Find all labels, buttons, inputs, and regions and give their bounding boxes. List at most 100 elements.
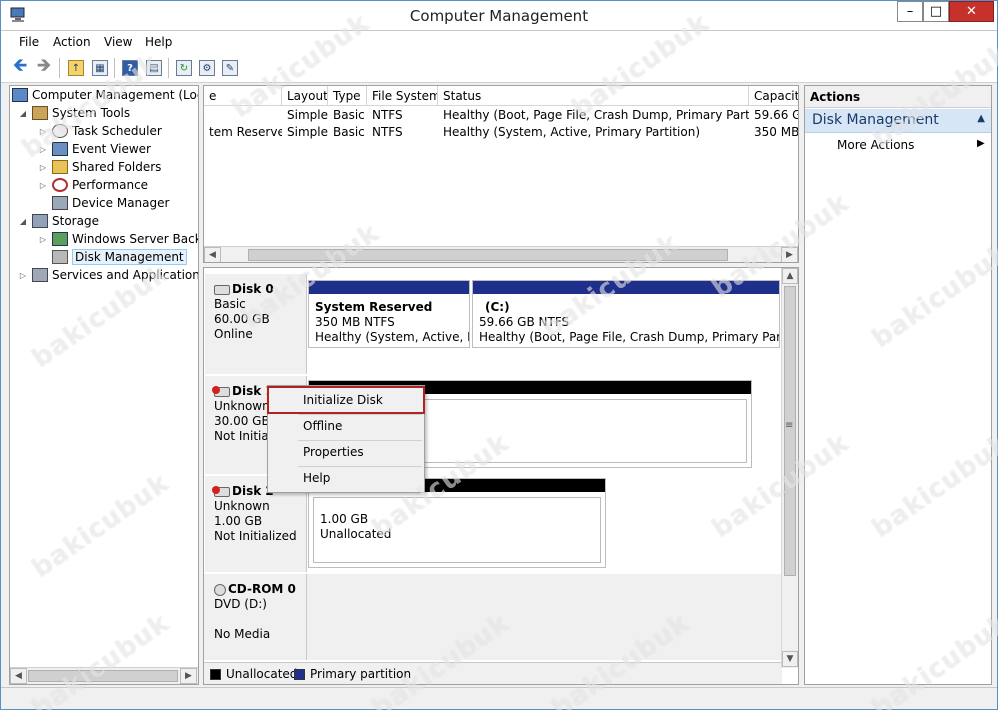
- expand-icon[interactable]: ▷: [38, 145, 48, 154]
- cdrom-icon: [214, 583, 226, 596]
- scroll-right-icon[interactable]: ▶: [781, 247, 798, 262]
- disk-offline-icon: [212, 385, 230, 397]
- collapse-icon[interactable]: ◢: [18, 109, 28, 118]
- scroll-left-icon[interactable]: ◀: [10, 668, 27, 684]
- show-action-pane-icon[interactable]: ▤: [145, 59, 163, 77]
- show-hide-tree-icon[interactable]: ▦: [91, 59, 109, 77]
- backup-icon: [52, 232, 68, 246]
- storage-icon: [32, 214, 48, 228]
- tree-horizontal-scrollbar[interactable]: ◀ ▶: [10, 667, 198, 684]
- graph-vertical-scrollbar[interactable]: ▲ ≡ ▼: [781, 268, 798, 668]
- tree-item-shared-folders[interactable]: ▷ Shared Folders: [38, 158, 161, 176]
- tree-item-disk-management[interactable]: Disk Management: [38, 248, 187, 266]
- column-header-status[interactable]: Status: [438, 86, 749, 106]
- status-bar: [1, 687, 997, 709]
- tree-item-services-and-applications[interactable]: ▷ Services and Applications: [18, 266, 198, 284]
- column-header-layout[interactable]: Layout: [282, 86, 328, 106]
- refresh-icon[interactable]: ↻: [175, 59, 193, 77]
- scroll-thumb[interactable]: [28, 670, 178, 682]
- collapse-section-icon[interactable]: ▲: [977, 113, 985, 124]
- expand-icon[interactable]: ▷: [38, 163, 48, 172]
- back-icon[interactable]: 🡸: [11, 55, 29, 77]
- tree-item-windows-server-backup[interactable]: ▷ Windows Server Backup: [38, 230, 198, 248]
- window: Computer Management – □ ✕ File Action Vi…: [0, 0, 998, 710]
- console-tree: Computer Management (Local ◢ System Tool…: [9, 85, 199, 685]
- expand-icon[interactable]: ▷: [18, 271, 28, 280]
- column-header-type[interactable]: Type: [328, 86, 367, 106]
- close-button[interactable]: ✕: [949, 1, 994, 22]
- menu-bar: File Action View Help: [1, 31, 997, 53]
- disk-0-info[interactable]: Disk 0 Basic 60.00 GB Online: [205, 274, 307, 374]
- clock-icon: [52, 124, 68, 138]
- window-title: Computer Management: [409, 7, 589, 25]
- legend: Unallocated Primary partition: [204, 662, 782, 684]
- scroll-grip-icon: ≡: [785, 420, 794, 431]
- volume-list: e Layout Type File System Status Capacit…: [203, 85, 799, 263]
- settings-icon[interactable]: ✎: [221, 59, 239, 77]
- disk-icon: [214, 284, 230, 295]
- help-icon[interactable]: ?: [121, 59, 139, 77]
- list-horizontal-scrollbar[interactable]: ◀ ▶: [204, 246, 798, 262]
- collapse-icon[interactable]: ◢: [18, 217, 28, 226]
- menu-item-offline[interactable]: Offline: [269, 414, 423, 439]
- tree-item-event-viewer[interactable]: ▷ Event Viewer: [38, 140, 151, 158]
- column-header-file-system[interactable]: File System: [367, 86, 438, 106]
- cdrom-0-info[interactable]: CD-ROM 0 DVD (D:) No Media: [205, 574, 307, 660]
- tools-icon: [32, 106, 48, 120]
- tree-item-device-manager[interactable]: Device Manager: [38, 194, 169, 212]
- menu-file[interactable]: File: [19, 35, 39, 49]
- menu-item-initialize-disk[interactable]: Initialize Disk: [269, 388, 423, 413]
- column-header-capacity[interactable]: Capacity: [749, 86, 798, 106]
- scroll-thumb[interactable]: [784, 286, 796, 576]
- disk-offline-icon: [212, 485, 230, 497]
- primary-partition-swatch: [294, 669, 305, 680]
- disk-management-icon: [52, 250, 68, 264]
- performance-icon: [52, 178, 68, 192]
- submenu-arrow-icon: ▶: [977, 138, 985, 149]
- cdrom-0-row: CD-ROM 0 DVD (D:) No Media: [204, 574, 782, 660]
- menu-help[interactable]: Help: [145, 35, 172, 49]
- minimize-icon: –: [906, 4, 914, 19]
- expand-icon[interactable]: ▷: [38, 235, 48, 244]
- actions-header: Actions: [805, 86, 991, 108]
- menu-item-help[interactable]: Help: [269, 466, 423, 491]
- device-manager-icon: [52, 196, 68, 210]
- properties-icon[interactable]: ⚙: [198, 59, 216, 77]
- expand-icon[interactable]: ▷: [38, 127, 48, 136]
- column-header-volume[interactable]: e: [204, 86, 282, 106]
- tree-item-root[interactable]: Computer Management (Local: [12, 86, 198, 104]
- disk-context-menu: Initialize Disk Offline Properties Help: [267, 385, 425, 493]
- partition-c-drive[interactable]: (C:) 59.66 GB NTFS Healthy (Boot, Page F…: [472, 280, 780, 348]
- menu-action[interactable]: Action: [53, 35, 91, 49]
- scroll-right-icon[interactable]: ▶: [180, 668, 197, 684]
- scroll-down-icon[interactable]: ▼: [782, 651, 798, 667]
- minimize-button[interactable]: –: [897, 1, 923, 22]
- menu-item-properties[interactable]: Properties: [269, 440, 423, 465]
- maximize-icon: □: [929, 4, 943, 19]
- tree-item-performance[interactable]: ▷ Performance: [38, 176, 148, 194]
- title-bar: Computer Management – □ ✕: [1, 1, 997, 31]
- tree-item-system-tools[interactable]: ◢ System Tools: [18, 104, 130, 122]
- up-folder-icon[interactable]: ↑: [67, 59, 85, 77]
- unallocated-swatch: [210, 669, 221, 680]
- actions-pane: Actions Disk Management ▲ More Actions ▶: [804, 85, 992, 685]
- forward-icon[interactable]: 🡺: [35, 55, 53, 77]
- event-viewer-icon: [52, 142, 68, 156]
- disk-0-row: Disk 0 Basic 60.00 GB Online System Rese…: [204, 274, 782, 374]
- toolbar: 🡸 🡺 ↑ ▦ ? ▤ ↻ ⚙ ✎: [1, 53, 997, 83]
- primary-partition-bar: [309, 281, 469, 294]
- scroll-up-icon[interactable]: ▲: [782, 268, 798, 284]
- expand-icon[interactable]: ▷: [38, 181, 48, 190]
- actions-section-disk-management[interactable]: Disk Management ▲: [805, 109, 991, 133]
- scroll-left-icon[interactable]: ◀: [204, 247, 221, 262]
- tree-item-storage[interactable]: ◢ Storage: [18, 212, 99, 230]
- close-icon: ✕: [966, 4, 977, 19]
- maximize-button[interactable]: □: [923, 1, 949, 22]
- partition-system-reserved[interactable]: System Reserved 350 MB NTFS Healthy (Sys…: [308, 280, 470, 348]
- scroll-thumb[interactable]: [248, 249, 728, 261]
- tree-item-task-scheduler[interactable]: ▷ Task Scheduler: [38, 122, 162, 140]
- computer-icon: [12, 88, 28, 102]
- menu-view[interactable]: View: [104, 35, 132, 49]
- primary-partition-bar: [473, 281, 779, 294]
- more-actions-item[interactable]: More Actions: [837, 138, 914, 152]
